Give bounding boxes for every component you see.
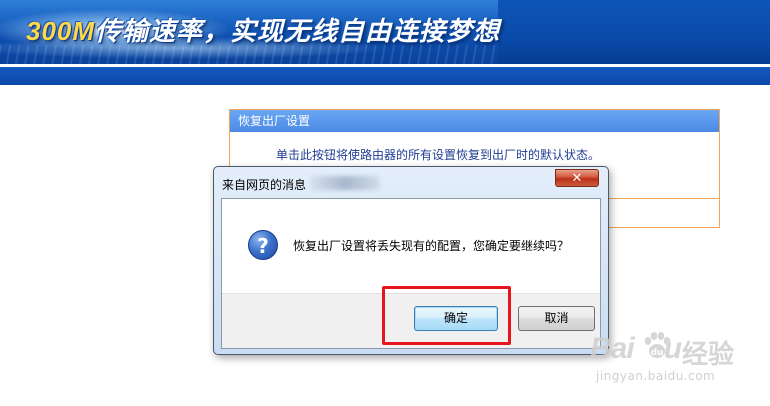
cancel-button[interactable]: 取消 bbox=[518, 306, 595, 331]
dialog-message: 恢复出厂设置将丢失现有的配置，您确定要继续吗？ bbox=[293, 239, 570, 253]
dialog-titlebar[interactable]: 来自网页的消息 ✕ bbox=[214, 167, 608, 197]
dialog-message-area: ? 恢复出厂设置将丢失现有的配置，您确定要继续吗？ bbox=[222, 199, 600, 293]
close-button[interactable]: ✕ bbox=[555, 169, 599, 187]
watermark-url: jingyan.baidu.com bbox=[596, 369, 716, 383]
svg-text:du: du bbox=[651, 348, 664, 358]
header-banner: 300M传输速率，实现无线自由连接梦想 bbox=[0, 0, 770, 67]
question-icon: ? bbox=[248, 230, 278, 260]
watermark-cn-text: 经验 bbox=[682, 340, 735, 370]
baidu-jingyan-watermark: Bai u du 经验 jingyan.baidu.com bbox=[590, 322, 760, 392]
panel-title: 恢复出厂设置 bbox=[230, 110, 719, 132]
close-icon: ✕ bbox=[571, 171, 583, 186]
banner-slogan: 传输速率，实现无线自由连接梦想 bbox=[95, 16, 501, 46]
highlight-annotation bbox=[382, 286, 511, 345]
banner-title: 300M传输速率，实现无线自由连接梦想 bbox=[26, 11, 500, 48]
paw-icon: du bbox=[644, 332, 671, 358]
banner-speed: 300M bbox=[26, 16, 96, 46]
nav-bar bbox=[0, 67, 770, 85]
dialog-title: 来自网页的消息 bbox=[222, 178, 307, 192]
panel-description: 单击此按钮将使路由器的所有设置恢复到出厂时的默认状态。 bbox=[276, 148, 601, 162]
blurred-title-text bbox=[310, 176, 380, 190]
